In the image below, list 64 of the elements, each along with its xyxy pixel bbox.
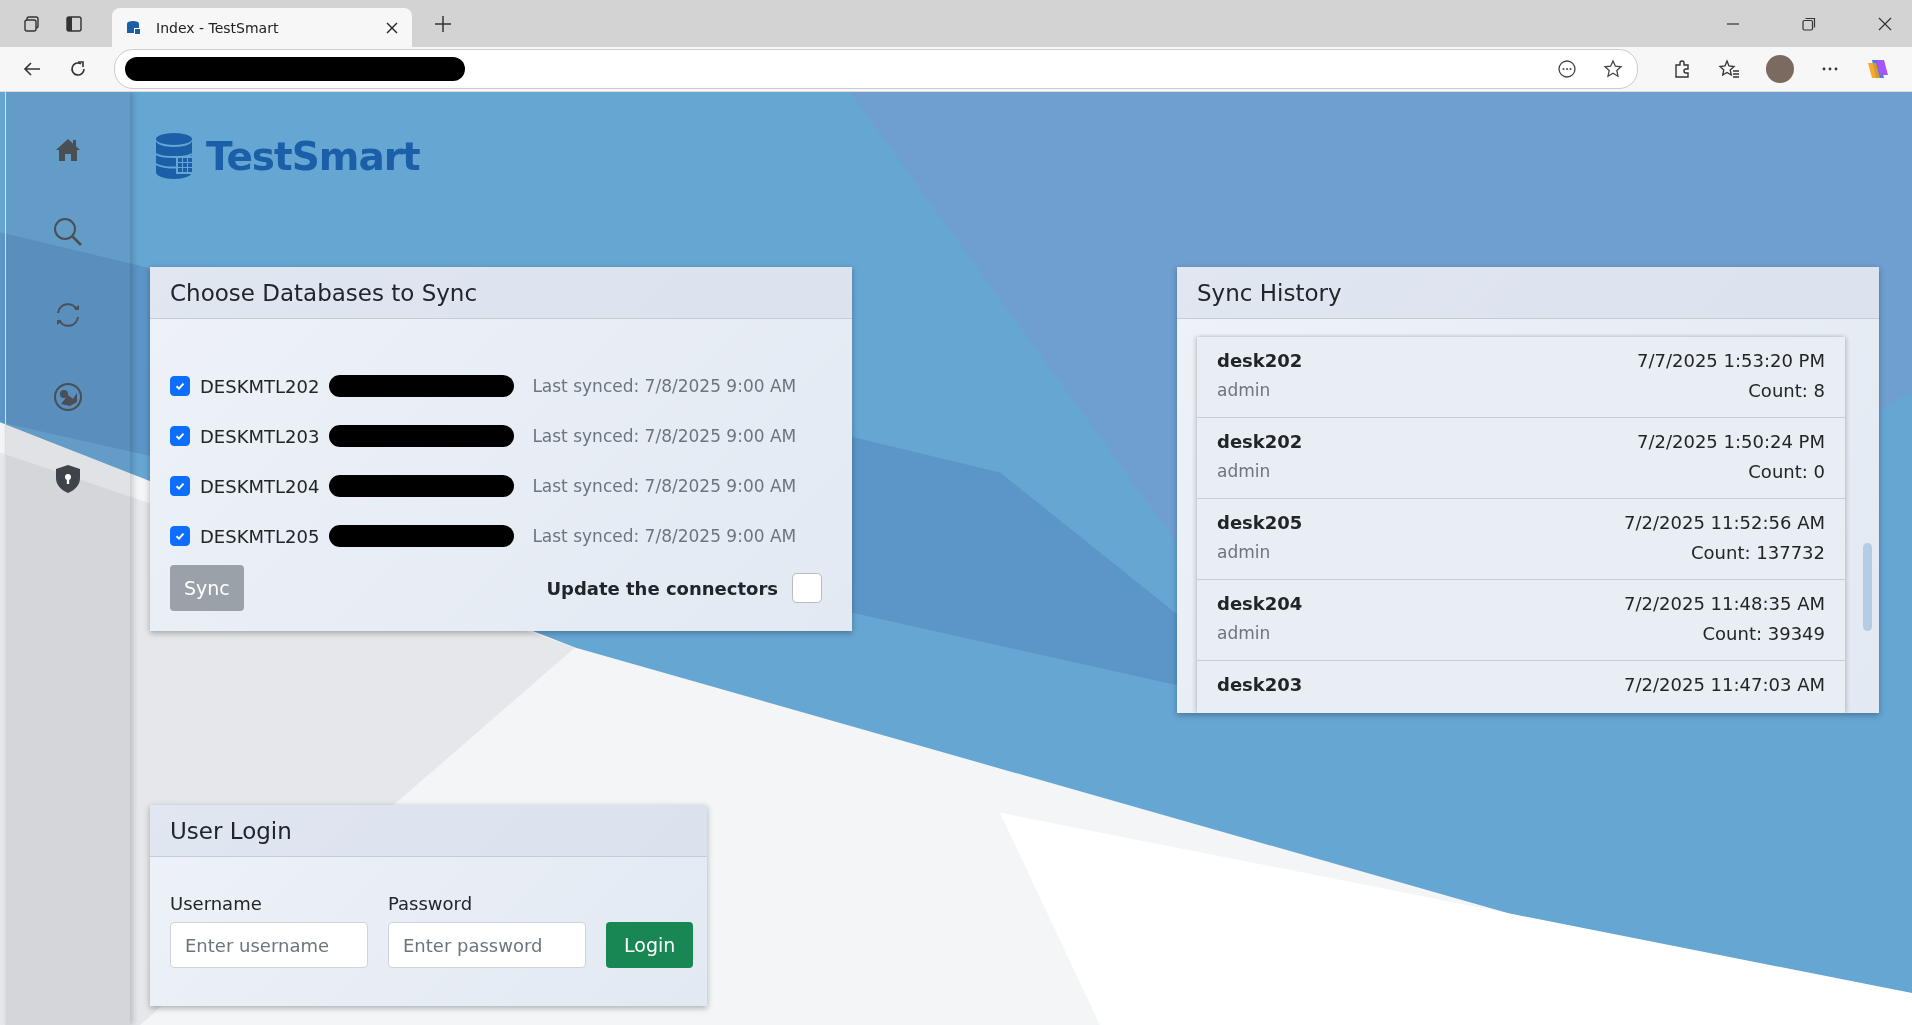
last-synced-text: Last synced: 7/8/2025 9:00 AM [532, 526, 797, 546]
workspaces-icon[interactable] [22, 13, 42, 34]
favorites-icon[interactable] [1718, 59, 1740, 79]
history-database: desk202 [1217, 430, 1303, 452]
checkbox[interactable] [170, 376, 190, 396]
update-connectors-label: Update the connectors [546, 577, 778, 599]
field-label: Password [388, 893, 474, 914]
history-time: 7/2/2025 1:50:24 PM [1636, 430, 1825, 452]
check-icon [174, 480, 186, 492]
username-field[interactable]: Enter username [170, 922, 368, 968]
last-synced-text: Last synced: 7/8/2025 9:00 AM [532, 476, 797, 496]
shield-lock-icon[interactable] [55, 464, 81, 494]
history-database: desk204 [1217, 592, 1303, 614]
history-time: 7/2/2025 11:52:56 AM [1624, 511, 1825, 533]
search-icon[interactable] [52, 216, 84, 248]
sync-button[interactable]: Sync [170, 565, 244, 611]
history-count: Count: 0 [1748, 460, 1825, 482]
logo-text: TestSmart [206, 133, 420, 179]
history-user: admin [1217, 623, 1271, 643]
history-count: Count: 137732 [1691, 541, 1825, 563]
field-label: Username [170, 893, 263, 914]
check-icon [174, 380, 186, 392]
scrollbar-thumb[interactable] [1863, 543, 1872, 631]
card-title: User Login [170, 817, 292, 844]
history-database: desk205 [1217, 511, 1303, 533]
browser-tab[interactable]: Index - TestSmart [112, 8, 412, 47]
last-synced-text: Last synced: 7/8/2025 9:00 AM [532, 376, 797, 396]
reload-icon[interactable] [68, 59, 88, 79]
history-count: Count: 39349 [1702, 622, 1825, 644]
history-user: admin [1217, 380, 1271, 400]
home-icon[interactable] [54, 136, 82, 164]
history-user: admin [1217, 542, 1271, 562]
database-name: DESKMTL204 [200, 475, 320, 497]
restore-icon[interactable] [1802, 16, 1816, 31]
password-field[interactable]: Enter password [388, 922, 586, 968]
database-name: DESKMTL203 [200, 425, 320, 447]
database-name: DESKMTL205 [200, 525, 320, 547]
database-name: DESKMTL202 [200, 375, 320, 397]
new-tab-icon[interactable] [434, 14, 452, 33]
puzzle-icon[interactable] [1672, 59, 1692, 79]
card-title: Sync History [1197, 279, 1342, 306]
checkbox[interactable] [170, 526, 190, 546]
profile-avatar[interactable] [1766, 55, 1794, 83]
tab-actions-icon[interactable] [64, 13, 84, 34]
history-time: 7/7/2025 1:53:20 PM [1636, 349, 1825, 371]
last-synced-text: Last synced: 7/8/2025 9:00 AM [532, 426, 797, 446]
login-button[interactable]: Login [606, 922, 694, 968]
history-time: 7/2/2025 11:47:03 AM [1624, 673, 1825, 695]
history-database: desk203 [1217, 673, 1303, 695]
history-database: desk202 [1217, 349, 1303, 371]
more-options-icon[interactable] [1557, 59, 1577, 79]
history-time: 7/2/2025 11:48:35 AM [1624, 592, 1825, 614]
checkbox[interactable] [792, 573, 822, 603]
close-icon[interactable] [1878, 16, 1892, 31]
check-icon [174, 530, 186, 542]
address-bar[interactable] [114, 49, 1638, 89]
close-icon[interactable] [386, 21, 398, 34]
check-icon [174, 430, 186, 442]
checkbox[interactable] [170, 476, 190, 496]
history-user: admin [1217, 461, 1271, 481]
history-count: Count: 8 [1748, 379, 1825, 401]
star-icon[interactable] [1603, 59, 1623, 79]
card-title: Choose Databases to Sync [170, 279, 478, 306]
checkbox[interactable] [170, 426, 190, 446]
